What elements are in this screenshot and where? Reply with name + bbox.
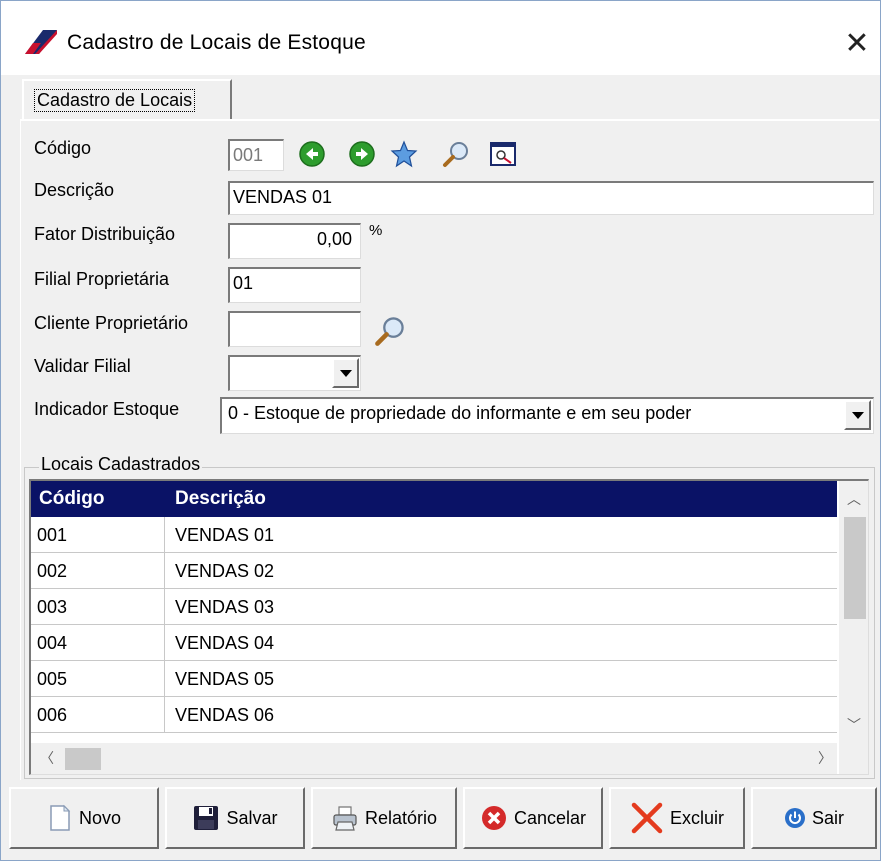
excluir-label: Excluir — [669, 807, 724, 828]
descricao-field[interactable]: VENDAS 01 — [228, 181, 874, 215]
cliente-label: Cliente Proprietário — [34, 313, 189, 333]
validar-dropdown-arrow[interactable] — [332, 358, 359, 388]
chevron-down-icon — [851, 411, 864, 419]
indicador-estoque-select[interactable]: 0 - Estoque de propriedade do informante… — [220, 397, 874, 434]
relatorio-button[interactable]: Relatório — [311, 787, 457, 849]
cliente-field[interactable] — [228, 311, 361, 347]
tab-cadastro-de-locais[interactable]: Cadastro de Locais — [22, 79, 232, 121]
indicador-label: Indicador Estoque — [34, 399, 180, 419]
favorite-star-icon[interactable] — [389, 139, 419, 169]
scroll-right-icon[interactable]: 〉 — [815, 748, 835, 768]
grid-header: Código Descrição — [31, 481, 837, 517]
cell-descricao: VENDAS 06 — [175, 705, 275, 725]
search-icon[interactable] — [441, 139, 471, 169]
button-bar: Novo Salvar Relatório Cancelar Excluir S… — [9, 787, 877, 855]
codigo-field[interactable]: 001 — [228, 139, 284, 171]
cell-codigo: 005 — [31, 661, 165, 697]
cell-codigo: 004 — [31, 625, 165, 661]
salvar-label: Salvar — [226, 807, 278, 828]
horizontal-scrollbar[interactable]: 〈 〉 — [31, 743, 837, 774]
cell-descricao: VENDAS 05 — [175, 669, 275, 689]
excluir-button[interactable]: Excluir — [609, 787, 745, 849]
sair-button[interactable]: Sair — [751, 787, 877, 849]
delete-x-icon — [631, 802, 663, 834]
group-title: Locais Cadastrados — [39, 454, 203, 475]
preview-icon[interactable] — [488, 139, 518, 169]
indicador-dropdown-arrow[interactable] — [844, 400, 871, 430]
cell-codigo: 003 — [31, 589, 165, 625]
cell-codigo: 002 — [31, 553, 165, 589]
close-icon[interactable]: ✕ — [835, 21, 879, 65]
scroll-up-icon[interactable]: ︿ — [844, 489, 864, 509]
vertical-scrollbar[interactable]: ︿ ﹀ — [839, 481, 868, 743]
scroll-left-icon[interactable]: 〈 — [37, 748, 57, 768]
salvar-button[interactable]: Salvar — [165, 787, 305, 849]
cell-descricao: VENDAS 03 — [175, 597, 275, 617]
cancelar-label: Cancelar — [513, 807, 587, 828]
validar-label: Validar Filial — [34, 356, 131, 376]
column-header-descricao[interactable]: Descrição — [175, 488, 266, 510]
chevron-down-icon — [339, 369, 352, 377]
codigo-label: Código — [34, 138, 92, 158]
tab-label: Cadastro de Locais — [34, 89, 196, 112]
table-row[interactable]: 005 VENDAS 05 — [31, 661, 837, 697]
fator-label: Fator Distribuição — [34, 224, 176, 244]
filial-label: Filial Proprietária — [34, 269, 170, 289]
save-disk-icon — [194, 806, 219, 830]
scrollbar-corner — [839, 743, 868, 774]
descricao-label: Descrição — [34, 180, 115, 200]
fator-field[interactable]: 0,00 — [228, 223, 361, 259]
locais-grid[interactable]: Código Descrição 001 VENDAS 01 002 VENDA… — [29, 479, 869, 775]
scroll-down-icon[interactable]: ﹀ — [844, 715, 864, 735]
table-row[interactable]: 006 VENDAS 06 — [31, 697, 837, 733]
title-bar: Cadastro de Locais de Estoque ✕ — [1, 1, 880, 75]
sair-label: Sair — [811, 807, 844, 828]
cell-codigo: 001 — [31, 517, 165, 553]
novo-button[interactable]: Novo — [9, 787, 159, 849]
cancel-icon — [481, 806, 506, 830]
horizontal-scroll-thumb[interactable] — [65, 748, 101, 770]
dialog-window: Cadastro de Locais de Estoque ✕ Cadastro… — [0, 0, 881, 861]
table-row[interactable]: 003 VENDAS 03 — [31, 589, 837, 625]
prev-record-icon[interactable] — [297, 139, 327, 169]
printer-icon — [333, 806, 357, 831]
new-document-icon — [50, 804, 71, 831]
novo-label: Novo — [78, 807, 122, 828]
vertical-scroll-thumb[interactable] — [844, 517, 866, 619]
cell-descricao: VENDAS 04 — [175, 633, 275, 653]
next-record-icon[interactable] — [347, 139, 377, 169]
table-row[interactable]: 004 VENDAS 04 — [31, 625, 837, 661]
filial-field[interactable]: 01 — [228, 267, 361, 303]
app-logo-icon — [23, 28, 57, 56]
relatorio-label: Relatório — [364, 807, 438, 828]
cliente-search-icon[interactable] — [372, 313, 408, 349]
column-header-codigo[interactable]: Código — [39, 488, 104, 510]
cell-descricao: VENDAS 01 — [175, 525, 275, 545]
fator-unit: % — [369, 222, 383, 239]
power-icon — [784, 808, 805, 828]
cell-codigo: 006 — [31, 697, 165, 733]
cell-descricao: VENDAS 02 — [175, 561, 275, 581]
table-row[interactable]: 002 VENDAS 02 — [31, 553, 837, 589]
window-title: Cadastro de Locais de Estoque — [67, 31, 366, 54]
table-row[interactable]: 001 VENDAS 01 — [31, 517, 837, 553]
cancelar-button[interactable]: Cancelar — [463, 787, 603, 849]
